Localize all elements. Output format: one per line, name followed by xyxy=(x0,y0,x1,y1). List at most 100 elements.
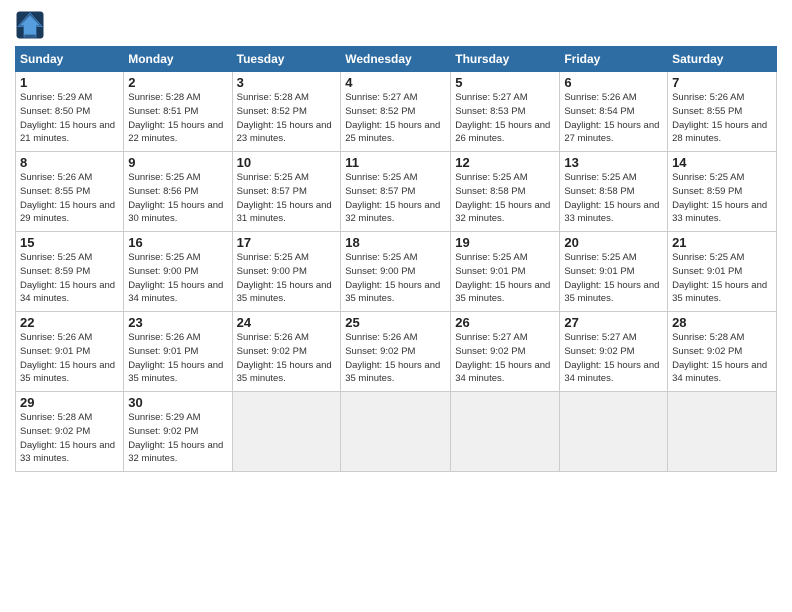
header-row xyxy=(15,10,777,40)
day-info: Sunrise: 5:25 AM Sunset: 8:59 PM Dayligh… xyxy=(20,251,119,306)
day-info: Sunrise: 5:26 AM Sunset: 9:01 PM Dayligh… xyxy=(20,331,119,386)
day-number: 6 xyxy=(564,75,663,90)
day-info: Sunrise: 5:25 AM Sunset: 8:58 PM Dayligh… xyxy=(455,171,555,226)
day-info: Sunrise: 5:26 AM Sunset: 9:02 PM Dayligh… xyxy=(345,331,446,386)
day-info: Sunrise: 5:27 AM Sunset: 8:52 PM Dayligh… xyxy=(345,91,446,146)
day-info: Sunrise: 5:25 AM Sunset: 8:57 PM Dayligh… xyxy=(345,171,446,226)
day-number: 15 xyxy=(20,235,119,250)
weekday-header-wednesday: Wednesday xyxy=(341,47,451,72)
day-info: Sunrise: 5:26 AM Sunset: 8:55 PM Dayligh… xyxy=(20,171,119,226)
day-info: Sunrise: 5:28 AM Sunset: 9:02 PM Dayligh… xyxy=(672,331,772,386)
calendar-day-cell: 6Sunrise: 5:26 AM Sunset: 8:54 PM Daylig… xyxy=(560,72,668,152)
day-info: Sunrise: 5:28 AM Sunset: 9:02 PM Dayligh… xyxy=(20,411,119,466)
day-number: 21 xyxy=(672,235,772,250)
calendar-day-cell: 15Sunrise: 5:25 AM Sunset: 8:59 PM Dayli… xyxy=(16,232,124,312)
calendar-week-row: 8Sunrise: 5:26 AM Sunset: 8:55 PM Daylig… xyxy=(16,152,777,232)
calendar-week-row: 15Sunrise: 5:25 AM Sunset: 8:59 PM Dayli… xyxy=(16,232,777,312)
logo-icon xyxy=(15,10,45,40)
day-info: Sunrise: 5:29 AM Sunset: 9:02 PM Dayligh… xyxy=(128,411,227,466)
calendar-container: SundayMondayTuesdayWednesdayThursdayFrid… xyxy=(0,0,792,482)
day-number: 9 xyxy=(128,155,227,170)
calendar-day-cell: 3Sunrise: 5:28 AM Sunset: 8:52 PM Daylig… xyxy=(232,72,341,152)
day-number: 4 xyxy=(345,75,446,90)
day-number: 19 xyxy=(455,235,555,250)
weekday-header-sunday: Sunday xyxy=(16,47,124,72)
calendar-day-cell: 1Sunrise: 5:29 AM Sunset: 8:50 PM Daylig… xyxy=(16,72,124,152)
day-number: 11 xyxy=(345,155,446,170)
calendar-day-cell: 19Sunrise: 5:25 AM Sunset: 9:01 PM Dayli… xyxy=(451,232,560,312)
day-info: Sunrise: 5:28 AM Sunset: 8:51 PM Dayligh… xyxy=(128,91,227,146)
weekday-header-row: SundayMondayTuesdayWednesdayThursdayFrid… xyxy=(16,47,777,72)
weekday-header-saturday: Saturday xyxy=(668,47,777,72)
calendar-day-cell: 26Sunrise: 5:27 AM Sunset: 9:02 PM Dayli… xyxy=(451,312,560,392)
calendar-day-cell: 28Sunrise: 5:28 AM Sunset: 9:02 PM Dayli… xyxy=(668,312,777,392)
calendar-day-cell: 9Sunrise: 5:25 AM Sunset: 8:56 PM Daylig… xyxy=(124,152,232,232)
day-number: 17 xyxy=(237,235,337,250)
day-info: Sunrise: 5:27 AM Sunset: 9:02 PM Dayligh… xyxy=(564,331,663,386)
calendar-day-cell: 11Sunrise: 5:25 AM Sunset: 8:57 PM Dayli… xyxy=(341,152,451,232)
calendar-day-cell: 18Sunrise: 5:25 AM Sunset: 9:00 PM Dayli… xyxy=(341,232,451,312)
day-info: Sunrise: 5:25 AM Sunset: 9:00 PM Dayligh… xyxy=(128,251,227,306)
calendar-day-cell: 25Sunrise: 5:26 AM Sunset: 9:02 PM Dayli… xyxy=(341,312,451,392)
calendar-day-cell: 23Sunrise: 5:26 AM Sunset: 9:01 PM Dayli… xyxy=(124,312,232,392)
calendar-day-cell: 12Sunrise: 5:25 AM Sunset: 8:58 PM Dayli… xyxy=(451,152,560,232)
day-info: Sunrise: 5:25 AM Sunset: 9:01 PM Dayligh… xyxy=(455,251,555,306)
calendar-day-cell: 22Sunrise: 5:26 AM Sunset: 9:01 PM Dayli… xyxy=(16,312,124,392)
weekday-header-monday: Monday xyxy=(124,47,232,72)
day-info: Sunrise: 5:26 AM Sunset: 8:55 PM Dayligh… xyxy=(672,91,772,146)
calendar-week-row: 1Sunrise: 5:29 AM Sunset: 8:50 PM Daylig… xyxy=(16,72,777,152)
calendar-day-cell: 21Sunrise: 5:25 AM Sunset: 9:01 PM Dayli… xyxy=(668,232,777,312)
day-number: 27 xyxy=(564,315,663,330)
day-number: 13 xyxy=(564,155,663,170)
day-number: 25 xyxy=(345,315,446,330)
calendar-day-cell: 4Sunrise: 5:27 AM Sunset: 8:52 PM Daylig… xyxy=(341,72,451,152)
calendar-day-cell: 16Sunrise: 5:25 AM Sunset: 9:00 PM Dayli… xyxy=(124,232,232,312)
logo xyxy=(15,10,49,40)
day-number: 23 xyxy=(128,315,227,330)
day-info: Sunrise: 5:25 AM Sunset: 8:58 PM Dayligh… xyxy=(564,171,663,226)
calendar-week-row: 22Sunrise: 5:26 AM Sunset: 9:01 PM Dayli… xyxy=(16,312,777,392)
calendar-table: SundayMondayTuesdayWednesdayThursdayFrid… xyxy=(15,46,777,472)
day-number: 16 xyxy=(128,235,227,250)
calendar-day-cell: 29Sunrise: 5:28 AM Sunset: 9:02 PM Dayli… xyxy=(16,392,124,472)
calendar-day-cell xyxy=(341,392,451,472)
day-number: 14 xyxy=(672,155,772,170)
calendar-day-cell: 20Sunrise: 5:25 AM Sunset: 9:01 PM Dayli… xyxy=(560,232,668,312)
day-info: Sunrise: 5:26 AM Sunset: 8:54 PM Dayligh… xyxy=(564,91,663,146)
day-number: 7 xyxy=(672,75,772,90)
day-number: 2 xyxy=(128,75,227,90)
calendar-day-cell: 8Sunrise: 5:26 AM Sunset: 8:55 PM Daylig… xyxy=(16,152,124,232)
calendar-day-cell xyxy=(451,392,560,472)
day-number: 18 xyxy=(345,235,446,250)
day-info: Sunrise: 5:25 AM Sunset: 9:01 PM Dayligh… xyxy=(672,251,772,306)
day-number: 22 xyxy=(20,315,119,330)
calendar-day-cell: 17Sunrise: 5:25 AM Sunset: 9:00 PM Dayli… xyxy=(232,232,341,312)
day-info: Sunrise: 5:26 AM Sunset: 9:02 PM Dayligh… xyxy=(237,331,337,386)
calendar-day-cell: 10Sunrise: 5:25 AM Sunset: 8:57 PM Dayli… xyxy=(232,152,341,232)
calendar-day-cell: 14Sunrise: 5:25 AM Sunset: 8:59 PM Dayli… xyxy=(668,152,777,232)
day-info: Sunrise: 5:28 AM Sunset: 8:52 PM Dayligh… xyxy=(237,91,337,146)
day-number: 12 xyxy=(455,155,555,170)
calendar-day-cell xyxy=(560,392,668,472)
day-info: Sunrise: 5:25 AM Sunset: 8:59 PM Dayligh… xyxy=(672,171,772,226)
day-number: 10 xyxy=(237,155,337,170)
calendar-day-cell: 24Sunrise: 5:26 AM Sunset: 9:02 PM Dayli… xyxy=(232,312,341,392)
day-info: Sunrise: 5:25 AM Sunset: 9:00 PM Dayligh… xyxy=(345,251,446,306)
calendar-day-cell: 30Sunrise: 5:29 AM Sunset: 9:02 PM Dayli… xyxy=(124,392,232,472)
day-number: 20 xyxy=(564,235,663,250)
day-info: Sunrise: 5:26 AM Sunset: 9:01 PM Dayligh… xyxy=(128,331,227,386)
day-info: Sunrise: 5:25 AM Sunset: 8:57 PM Dayligh… xyxy=(237,171,337,226)
weekday-header-tuesday: Tuesday xyxy=(232,47,341,72)
day-number: 26 xyxy=(455,315,555,330)
day-number: 30 xyxy=(128,395,227,410)
day-info: Sunrise: 5:25 AM Sunset: 9:00 PM Dayligh… xyxy=(237,251,337,306)
calendar-day-cell: 13Sunrise: 5:25 AM Sunset: 8:58 PM Dayli… xyxy=(560,152,668,232)
day-number: 8 xyxy=(20,155,119,170)
calendar-day-cell: 2Sunrise: 5:28 AM Sunset: 8:51 PM Daylig… xyxy=(124,72,232,152)
calendar-day-cell: 27Sunrise: 5:27 AM Sunset: 9:02 PM Dayli… xyxy=(560,312,668,392)
calendar-day-cell: 5Sunrise: 5:27 AM Sunset: 8:53 PM Daylig… xyxy=(451,72,560,152)
day-info: Sunrise: 5:25 AM Sunset: 8:56 PM Dayligh… xyxy=(128,171,227,226)
day-info: Sunrise: 5:27 AM Sunset: 8:53 PM Dayligh… xyxy=(455,91,555,146)
day-number: 5 xyxy=(455,75,555,90)
calendar-week-row: 29Sunrise: 5:28 AM Sunset: 9:02 PM Dayli… xyxy=(16,392,777,472)
